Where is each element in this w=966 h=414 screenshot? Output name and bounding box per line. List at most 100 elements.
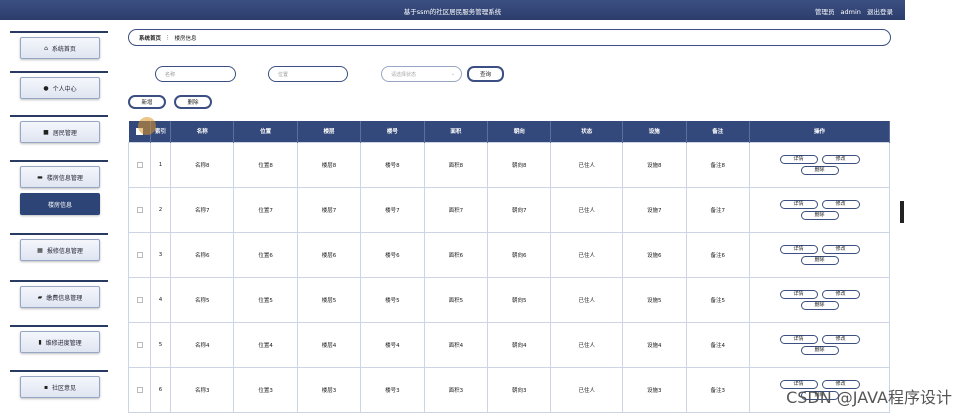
table-cell: 朝向8: [487, 141, 552, 188]
edit-button[interactable]: 修改: [821, 199, 860, 209]
row-checkbox[interactable]: [128, 141, 151, 188]
table-cell: 已住人: [550, 366, 624, 413]
table-cell: 朝向7: [487, 186, 552, 233]
table-cell: 位置7: [233, 186, 298, 233]
table-cell: 面积5: [423, 276, 489, 323]
apps-icon: ▪: [43, 383, 49, 391]
table-cell: 位置8: [233, 141, 298, 188]
sidebar-item-7[interactable]: ▰ 缴费信息管理: [20, 286, 100, 308]
column-header: 名称: [170, 121, 235, 142]
edit-button[interactable]: 修改: [821, 154, 860, 164]
sidebar-item-9[interactable]: ▪ 社区意见: [20, 376, 100, 398]
table-row: 2 名称7 位置7 楼层7 楼号7 面积7 朝向7 已住人 设施7 备注7 详情 修改 删除: [128, 186, 890, 233]
row-checkbox[interactable]: [128, 186, 151, 233]
row-actions: 详情 修改 删除: [749, 321, 890, 368]
detail-button[interactable]: 详情: [779, 154, 818, 164]
table-row: 1 名称8 位置8 楼层8 楼号8 面积8 朝向8 已住人 设施8 备注8 详情 修改 删除: [128, 141, 890, 188]
table-header: 索引 名称 位置 楼层 楼号 面积 朝向 状态 设施 备注 操作: [128, 121, 890, 142]
sidebar-item-label: 报修信息管理: [46, 247, 83, 255]
top-bar: 基于ssm的社区居民服务管理系统 管理员 admin 退出登录: [0, 0, 905, 20]
table-cell: 楼号4: [360, 321, 425, 368]
batch-delete-button[interactable]: 删除: [174, 95, 212, 109]
table-cell: 设施5: [622, 276, 687, 323]
delete-button[interactable]: 删除: [800, 210, 839, 220]
checkbox-icon[interactable]: [136, 251, 143, 258]
table-cell: 设施6: [622, 231, 687, 278]
table-cell: 设施8: [622, 141, 687, 188]
sidebar-item-1[interactable]: ⌂ 系统首页: [20, 37, 100, 59]
name-search-input[interactable]: 名称: [155, 66, 236, 82]
sidebar-item-4[interactable]: ▬ 楼房信息管理: [20, 166, 100, 188]
row-checkbox[interactable]: [128, 321, 151, 368]
row-checkbox[interactable]: [128, 276, 151, 323]
user-info: 管理员 admin 退出登录: [811, 6, 893, 16]
chevron-down-icon: ⌄: [450, 71, 455, 77]
delete-button[interactable]: 删除: [800, 345, 839, 355]
table-cell: 楼层4: [296, 321, 362, 368]
table-cell: 名称6: [169, 231, 235, 278]
delete-button[interactable]: 删除: [800, 300, 839, 310]
table-cell: 已住人: [550, 321, 624, 368]
location-search-input[interactable]: 位置: [268, 66, 348, 82]
sidebar: ⌂ 系统首页 ● 个人中心 ■ 居民管理 ▬ 楼房信息管理 楼房信息 ▦ 报修信息管理 ▰ 缴费信息管理…: [0, 20, 118, 414]
table-cell: 已住人: [550, 141, 624, 188]
table-cell: 3: [150, 231, 171, 278]
table-cell: 设施3: [622, 366, 687, 413]
status-select-label: 请选择状态: [391, 71, 417, 78]
table-cell: 设施7: [622, 186, 687, 233]
table-cell: 楼号6: [360, 231, 425, 278]
row-checkbox[interactable]: [128, 231, 151, 278]
checkbox-icon[interactable]: [136, 161, 143, 168]
detail-button[interactable]: 详情: [779, 244, 818, 254]
table-cell: 备注8: [685, 141, 750, 188]
checkbox-icon[interactable]: [136, 341, 143, 348]
delete-button[interactable]: 删除: [800, 165, 839, 175]
table-cell: 已住人: [550, 231, 624, 278]
edit-button[interactable]: 修改: [821, 244, 860, 254]
breadcrumb-home[interactable]: 系统首页: [139, 34, 161, 42]
sidebar-item-3[interactable]: ■ 居民管理: [20, 121, 100, 143]
table-row: 6 名称3 位置3 楼层3 楼号3 面积3 朝向3 已住人 设施3 备注3 详情 修改 删除: [128, 366, 890, 413]
row-actions: 详情 修改 删除: [749, 276, 890, 323]
checkbox-icon[interactable]: [136, 296, 143, 303]
sidebar-item-5[interactable]: 楼房信息: [20, 193, 100, 215]
table-cell: 备注4: [685, 321, 750, 368]
checkbox-icon[interactable]: [136, 386, 143, 393]
table-row: 4 名称5 位置5 楼层5 楼号5 面积5 朝向5 已住人 设施5 备注5 详情 修改 删除: [128, 276, 890, 323]
scrollbar-handle[interactable]: [900, 201, 904, 223]
table-cell: 楼层3: [296, 366, 362, 413]
row-actions: 详情 修改 删除: [749, 231, 890, 278]
column-header: 楼层: [297, 121, 362, 142]
detail-button[interactable]: 详情: [779, 199, 818, 209]
table-cell: 面积3: [423, 366, 489, 413]
checkbox-icon[interactable]: [136, 206, 143, 213]
detail-button[interactable]: 详情: [779, 289, 818, 299]
sidebar-item-label: 居民管理: [52, 129, 77, 137]
search-button[interactable]: 查询: [467, 66, 504, 82]
delete-button[interactable]: 删除: [800, 255, 839, 265]
status-select[interactable]: 请选择状态 ⌄: [381, 66, 462, 82]
row-checkbox[interactable]: [128, 366, 151, 413]
edit-button[interactable]: 修改: [821, 289, 860, 299]
detail-button[interactable]: 详情: [779, 334, 818, 344]
table-cell: 名称4: [169, 321, 235, 368]
table-cell: 4: [150, 276, 171, 323]
user-icon: ●: [43, 84, 49, 92]
sidebar-item-label: 缴费信息管理: [46, 294, 83, 302]
add-button[interactable]: 新增: [128, 95, 166, 109]
table-cell: 1: [150, 141, 171, 188]
sidebar-item-6[interactable]: ▦ 报修信息管理: [20, 239, 100, 261]
table-cell: 名称8: [169, 141, 235, 188]
row-actions: 详情 修改 删除: [749, 141, 890, 188]
table-cell: 楼层5: [296, 276, 362, 323]
table-cell: 已住人: [550, 186, 624, 233]
sidebar-item-8[interactable]: ▮ 维修进度管理: [20, 331, 100, 353]
table-cell: 位置4: [233, 321, 298, 368]
table-cell: 面积8: [423, 141, 489, 188]
sidebar-item-2[interactable]: ● 个人中心: [20, 77, 100, 99]
table-cell: 位置6: [233, 231, 298, 278]
table-cell: 已住人: [550, 276, 624, 323]
logout-link[interactable]: 退出登录: [867, 8, 893, 16]
table-cell: 2: [150, 186, 171, 233]
edit-button[interactable]: 修改: [821, 334, 860, 344]
